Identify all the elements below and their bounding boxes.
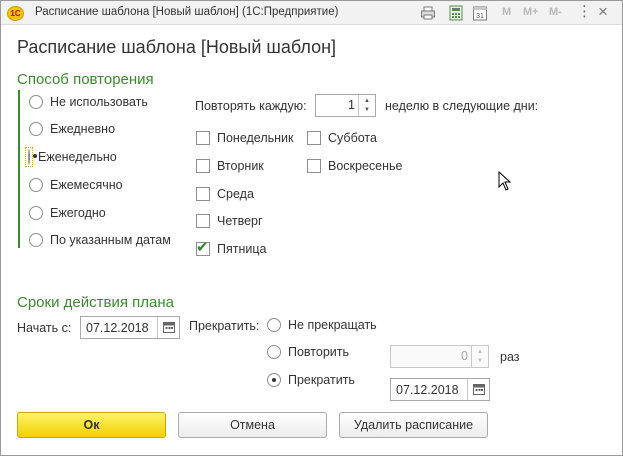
end-date-input[interactable]: 07.12.2018 <box>390 378 490 401</box>
times-label: раз <box>500 350 520 364</box>
checkbox-monday[interactable]: Понедельник <box>196 129 294 147</box>
stop-label: Прекратить: <box>189 319 260 333</box>
radio-button[interactable] <box>29 95 43 109</box>
printer-icon[interactable] <box>420 5 436 21</box>
checkbox-label: Воскресенье <box>328 159 403 173</box>
checkbox[interactable] <box>307 159 321 173</box>
radio-label: Еженедельно <box>38 150 117 164</box>
radio-label: Повторить <box>288 345 350 359</box>
calendar-day-number: 31 <box>476 13 484 20</box>
radio-specified-dates[interactable]: По указанным датам <box>29 231 171 249</box>
window-title: Расписание шаблона [Новый шаблон] (1С:Пр… <box>35 6 339 18</box>
radio-weekly[interactable]: Еженедельно <box>25 147 117 167</box>
checkbox-thursday[interactable]: Четверг <box>196 212 263 230</box>
memory-button[interactable]: M <box>502 6 511 18</box>
radio-focus-frame <box>25 147 33 167</box>
start-date-value: 07.12.2018 <box>86 321 149 335</box>
spin-up-icon[interactable]: ▲ <box>364 98 370 104</box>
start-date-input[interactable]: 07.12.2018 <box>80 316 180 339</box>
radio-label: Ежемесячно <box>50 178 123 192</box>
checkbox-friday[interactable]: ✔ Пятница <box>196 239 267 258</box>
end-date-value: 07.12.2018 <box>396 383 459 397</box>
term-section-title: Сроки действия плана <box>17 294 174 311</box>
radio-label: Не использовать <box>50 95 148 109</box>
radio-button[interactable] <box>29 233 43 247</box>
spin-down-icon[interactable]: ▼ <box>364 107 370 113</box>
checkbox[interactable]: ✔ <box>196 239 210 256</box>
memory-plus-button[interactable]: M+ <box>523 6 539 18</box>
radio-button[interactable] <box>29 206 43 220</box>
checkbox[interactable] <box>307 131 321 145</box>
checkbox-label: Среда <box>217 187 254 201</box>
radio-label: Ежегодно <box>50 206 106 220</box>
checkbox-sunday[interactable]: Воскресенье <box>307 157 402 175</box>
checkbox-saturday[interactable]: Суббота <box>307 129 377 147</box>
radio-monthly[interactable]: Ежемесячно <box>29 176 123 194</box>
repeat-every-value: 1 <box>348 98 355 112</box>
memory-minus-button[interactable]: M- <box>549 6 562 18</box>
checkbox-label: Пятница <box>217 242 267 256</box>
radio-never-stop[interactable]: Не прекращать <box>267 316 377 334</box>
checkbox-label: Вторник <box>217 159 264 173</box>
more-menu-icon[interactable]: ⋮ <box>577 2 592 20</box>
number-spinner[interactable]: ▲ ▼ <box>471 346 488 367</box>
end-date-picker-button[interactable] <box>467 379 489 400</box>
schedule-window: 1С Расписание шаблона [Новый шаблон] (1С… <box>0 0 623 456</box>
radio-yearly[interactable]: Ежегодно <box>29 204 106 222</box>
title-bar: 1С Расписание шаблона [Новый шаблон] (1С… <box>1 1 622 25</box>
radio-button[interactable] <box>29 122 43 136</box>
calendar-icon[interactable]: 31 <box>472 5 488 21</box>
calendar-icon <box>473 384 485 395</box>
radio-repeat-count[interactable]: Повторить <box>267 343 349 361</box>
ok-button[interactable]: Ок <box>17 412 166 438</box>
spin-down-icon[interactable]: ▼ <box>477 358 483 364</box>
weeks-on-days-label: неделю в следующие дни: <box>385 99 539 113</box>
checkbox[interactable] <box>196 131 210 145</box>
cancel-button[interactable]: Отмена <box>178 412 327 438</box>
mouse-cursor-icon <box>498 171 512 191</box>
number-spinner[interactable]: ▲ ▼ <box>358 95 375 116</box>
radio-stop-on-date[interactable]: Прекратить <box>267 371 355 389</box>
checkbox-tuesday[interactable]: Вторник <box>196 157 264 175</box>
radio-label: Не прекращать <box>288 318 377 332</box>
radio-not-use[interactable]: Не использовать <box>29 93 148 111</box>
radio-button[interactable] <box>29 178 43 192</box>
radio-button[interactable] <box>267 318 281 332</box>
calendar-icon <box>163 322 175 333</box>
radio-label: По указанным датам <box>50 233 171 247</box>
repeat-group-bar <box>18 90 20 248</box>
close-icon[interactable]: × <box>598 2 608 22</box>
checkbox[interactable] <box>196 159 210 173</box>
delete-schedule-button[interactable]: Удалить расписание <box>339 412 488 438</box>
radio-label: Ежедневно <box>50 122 116 136</box>
radio-button[interactable] <box>267 373 281 387</box>
calculator-icon[interactable] <box>448 5 464 21</box>
repeat-count-input[interactable]: 0 ▲ ▼ <box>390 345 489 368</box>
start-date-picker-button[interactable] <box>157 317 179 338</box>
repeat-count-value: 0 <box>461 349 468 363</box>
checkbox[interactable] <box>196 214 210 228</box>
checkmark-icon: ✔ <box>196 239 209 256</box>
page-title: Расписание шаблона [Новый шаблон] <box>17 37 337 57</box>
checkbox-label: Суббота <box>328 131 377 145</box>
radio-daily[interactable]: Ежедневно <box>29 120 115 138</box>
radio-button[interactable] <box>28 149 30 165</box>
app-logo-icon: 1С <box>7 6 24 21</box>
checkbox[interactable] <box>196 187 210 201</box>
checkbox-label: Понедельник <box>217 131 294 145</box>
radio-button[interactable] <box>267 345 281 359</box>
checkbox-wednesday[interactable]: Среда <box>196 185 254 203</box>
checkbox-label: Четверг <box>217 214 263 228</box>
spin-up-icon[interactable]: ▲ <box>477 349 483 355</box>
repeat-section-title: Способ повторения <box>17 71 154 88</box>
repeat-every-label: Повторять каждую: <box>195 99 307 113</box>
repeat-every-input[interactable]: 1 ▲ ▼ <box>315 94 376 117</box>
radio-label: Прекратить <box>288 373 355 387</box>
start-date-label: Начать с: <box>17 321 72 335</box>
